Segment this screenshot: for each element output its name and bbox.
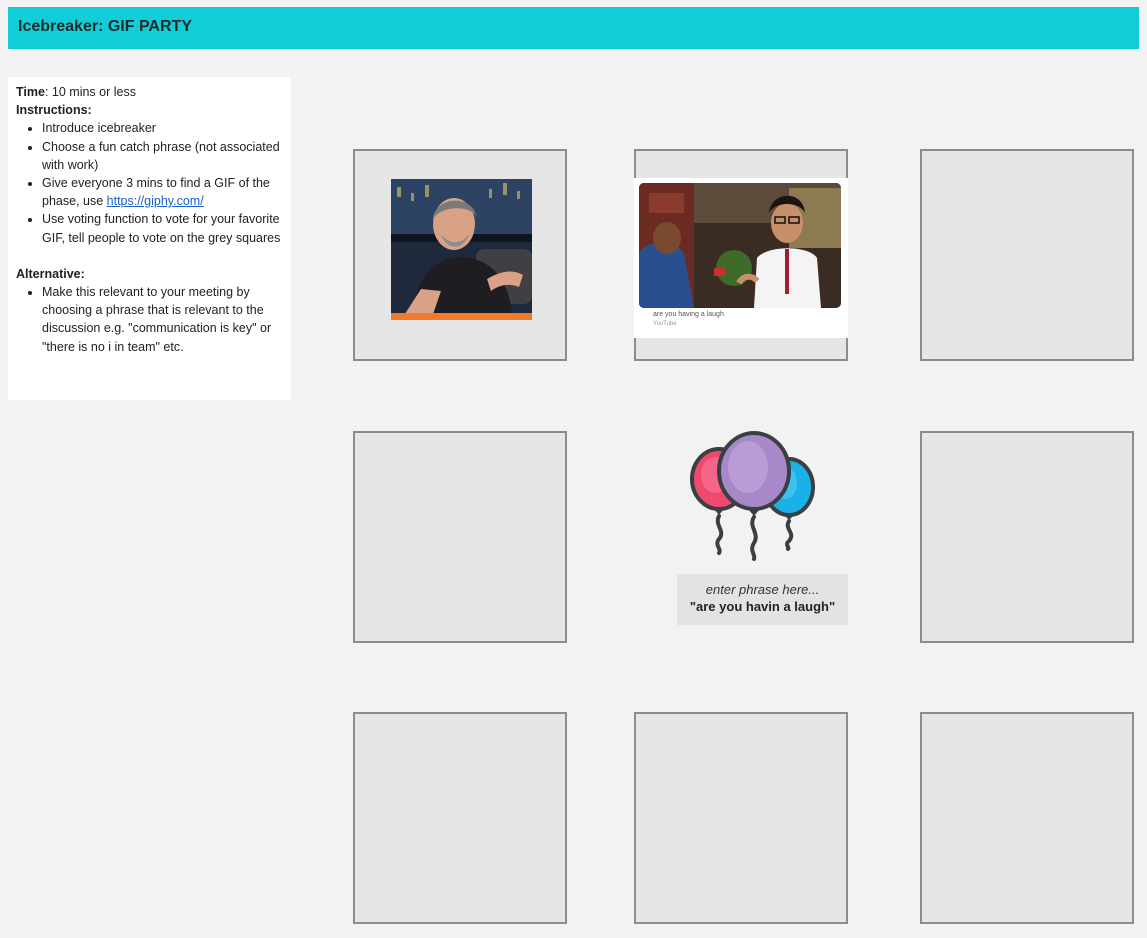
time-row: Time: 10 mins or less (16, 83, 283, 101)
giphy-link[interactable]: https://giphy.com/ (107, 194, 204, 208)
page-title: Icebreaker: GIF PARTY (18, 18, 192, 35)
list-item: Use voting function to vote for your fav… (42, 210, 283, 246)
vote-square[interactable] (920, 431, 1134, 643)
gif-source: YouTube (653, 321, 677, 327)
instructions-panel: Time: 10 mins or less Instructions: Intr… (8, 77, 291, 400)
vote-square[interactable]: are you having a laugh YouTube (634, 149, 848, 361)
vote-square[interactable] (353, 712, 567, 924)
gif-laughing-man-image (391, 179, 532, 320)
vote-square[interactable] (634, 712, 848, 924)
gif-image (639, 183, 841, 308)
vote-square[interactable] (353, 149, 567, 361)
gif-card[interactable]: are you having a laugh YouTube (634, 178, 848, 338)
gif-office-scene-image (639, 183, 841, 308)
list-item: Give everyone 3 mins to find a GIF of th… (42, 174, 283, 210)
header-bar: Icebreaker: GIF PARTY (8, 7, 1139, 49)
catch-phrase[interactable]: "are you havin a laugh" (677, 599, 848, 614)
alternative-heading: Alternative: (16, 266, 85, 281)
phrase-hint: enter phrase here... (705, 582, 820, 597)
phrase-box[interactable]: enter phrase here... "are you havin a la… (677, 574, 848, 625)
instructions-heading: Instructions: (16, 103, 92, 118)
time-value: : 10 mins or less (44, 85, 136, 99)
vote-square[interactable] (920, 712, 1134, 924)
list-item: Introduce icebreaker (42, 119, 283, 137)
vote-square[interactable] (353, 431, 567, 643)
list-item: Make this relevant to your meeting by ch… (42, 283, 283, 356)
gif-image[interactable] (391, 179, 532, 320)
instructions-list: Introduce icebreaker Choose a fun catch … (16, 119, 283, 246)
time-label: Time (16, 85, 45, 99)
alternative-list: Make this relevant to your meeting by ch… (16, 283, 283, 356)
list-item: Choose a fun catch phrase (not associate… (42, 138, 283, 174)
balloons-icon (684, 427, 824, 567)
vote-square[interactable] (920, 149, 1134, 361)
gif-caption: are you having a laugh (653, 311, 724, 318)
